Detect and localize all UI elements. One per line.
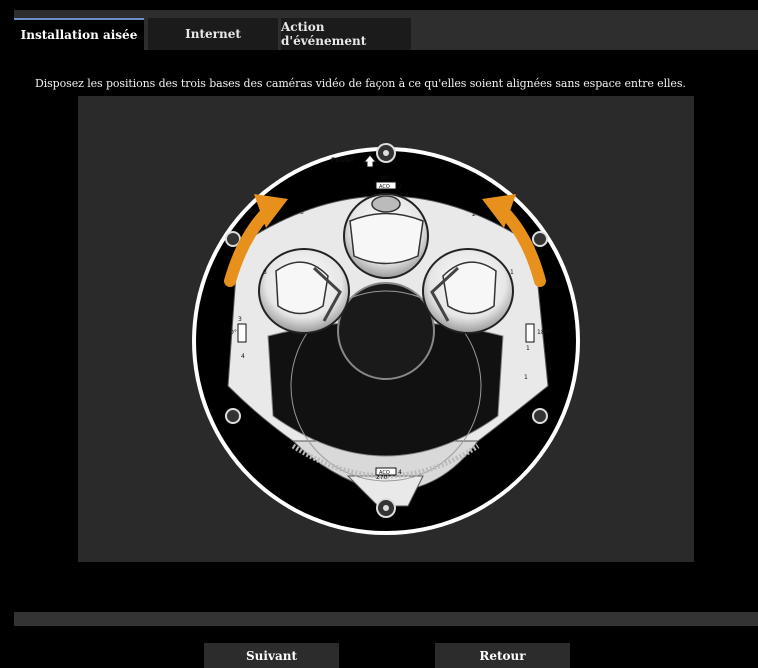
front-label: FRONT — [331, 157, 355, 164]
content-panel: Disposez les positions des trois bases d… — [14, 50, 758, 612]
tab-installation-aisee[interactable]: Installation aisée — [14, 18, 144, 50]
svg-text:4: 4 — [241, 353, 245, 360]
svg-text:4: 4 — [398, 469, 402, 476]
tab-internet[interactable]: Internet — [148, 18, 278, 50]
svg-text:1: 1 — [526, 345, 530, 352]
instruction-text: Disposez les positions des trois bases d… — [35, 77, 686, 90]
camera-left — [258, 248, 350, 334]
tab-action-evenement[interactable]: Action d'événement — [281, 18, 411, 50]
svg-text:3: 3 — [238, 316, 242, 323]
svg-text:2: 2 — [398, 183, 402, 190]
tab-bar: Installation aisée Internet Action d'évé… — [14, 10, 758, 50]
angle-left: 0° — [230, 329, 237, 336]
svg-text:1: 1 — [524, 374, 528, 381]
svg-text:ACO: ACO — [379, 184, 390, 190]
svg-text:3: 3 — [300, 209, 304, 216]
angle-right: 180° — [537, 329, 551, 336]
footer-bar: Suivant Retour — [14, 626, 758, 668]
camera-center — [343, 193, 429, 279]
back-button[interactable]: Retour — [435, 643, 570, 668]
camera-right — [422, 248, 514, 334]
svg-text:ACO: ACO — [379, 470, 390, 476]
angle-top: 90° — [381, 175, 392, 182]
svg-text:3: 3 — [263, 269, 267, 276]
camera-base-illustration: FRONT 90° ACO 2 270° ACO 4 0° 3 180° 1 4… — [192, 143, 580, 535]
next-button[interactable]: Suivant — [204, 643, 339, 668]
installation-diagram: FRONT 90° ACO 2 270° ACO 4 0° 3 180° 1 4… — [78, 96, 694, 562]
svg-text:1: 1 — [510, 269, 514, 276]
svg-text:2: 2 — [472, 211, 476, 218]
footer-separator — [14, 612, 758, 626]
